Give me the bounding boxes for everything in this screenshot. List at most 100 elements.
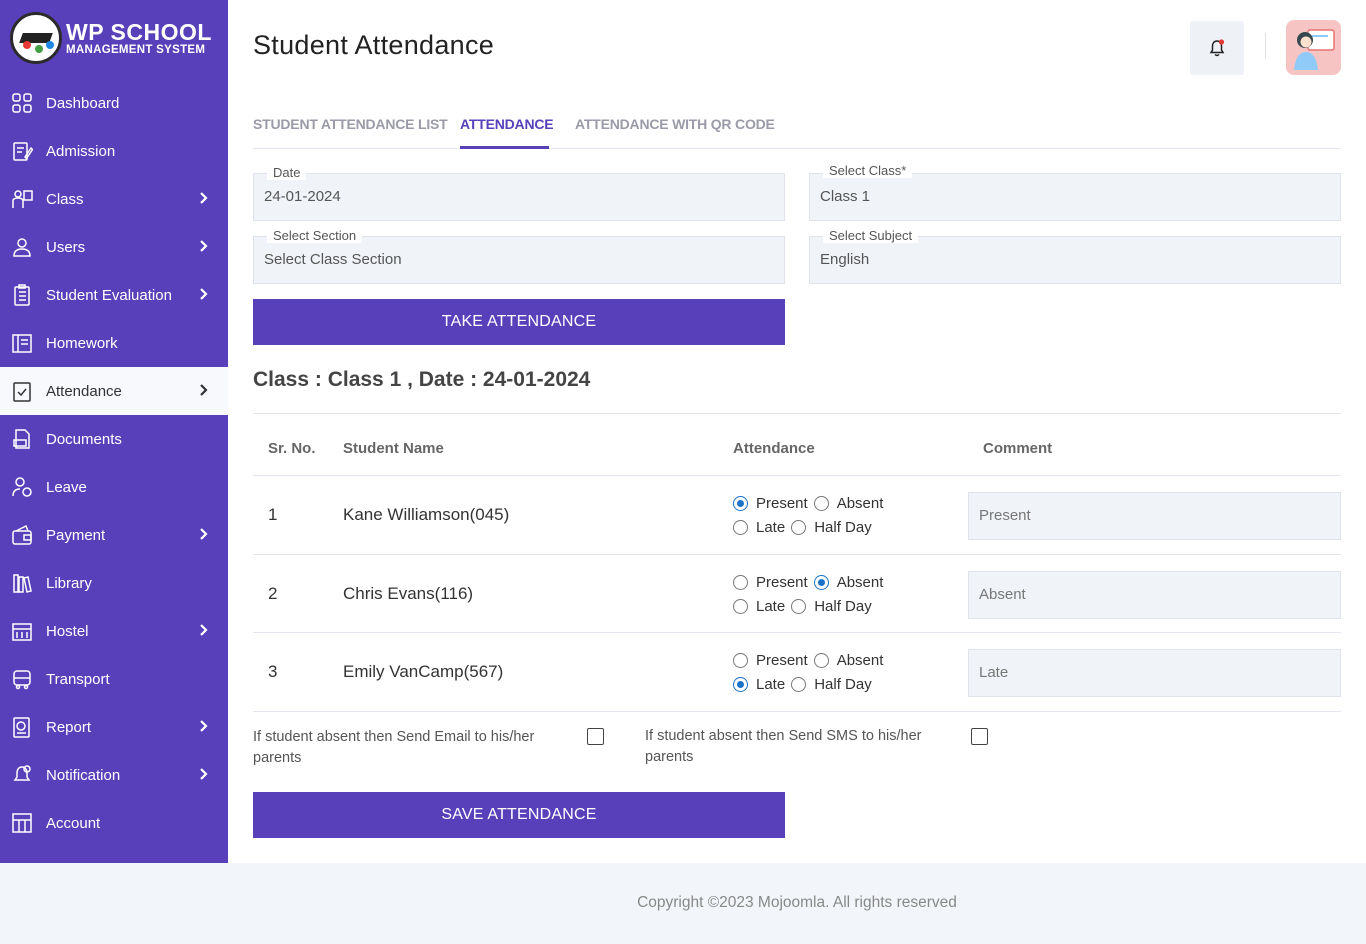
comment-value: Present (979, 506, 1031, 524)
sidebar-item-payment[interactable]: Payment (0, 511, 228, 559)
radio-label: Late (756, 597, 786, 615)
sidebar-item-users[interactable]: Users (0, 223, 228, 271)
header-sr-no: Sr. No. (268, 440, 316, 457)
active-tab-indicator (460, 146, 549, 149)
logo[interactable]: WP SCHOOL MANAGEMENT SYSTEM (10, 12, 212, 64)
radio-label: Half Day (814, 675, 872, 693)
radio-late[interactable] (733, 676, 748, 692)
date-field[interactable]: Date 24-01-2024 (253, 165, 785, 221)
comment-value: Late (979, 663, 1009, 681)
divider (253, 413, 1341, 414)
sidebar-item-label: Attendance (46, 382, 122, 400)
row-divider (253, 554, 1341, 555)
email-notify-line1: If student absent then Send Email to his… (253, 729, 535, 745)
notification-button[interactable] (1190, 21, 1244, 75)
radio-late[interactable] (733, 519, 748, 535)
sidebar-item-library[interactable]: Library (0, 559, 228, 607)
attendance-radio-group: Late Half Day (733, 598, 878, 615)
radio-present[interactable] (733, 652, 748, 668)
comment-input[interactable]: Absent (968, 570, 1341, 619)
sidebar-item-label: Leave (46, 478, 87, 496)
tab-attendance-qr-code[interactable]: ATTENDANCE WITH QR CODE (575, 116, 775, 132)
sidebar-item-student-evaluation[interactable]: Student Evaluation (0, 271, 228, 319)
subject-label: Select Subject (823, 228, 919, 243)
sidebar-item-label: Account (46, 814, 101, 832)
sidebar-item-dashboard[interactable]: Dashboard (0, 79, 228, 127)
radio-present[interactable] (733, 495, 748, 511)
section-value: Select Class Section (264, 251, 402, 268)
comment-input[interactable]: Late (968, 648, 1341, 697)
student-name-cell: Chris Evans(116) (343, 583, 474, 603)
radio-label: Present (756, 494, 808, 512)
logo-title: WP SCHOOL (66, 18, 212, 45)
sidebar-item-label: Class (46, 190, 84, 208)
radio-label: Present (756, 573, 808, 591)
sidebar-item-class[interactable]: Class (0, 175, 228, 223)
avatar[interactable] (1286, 20, 1341, 75)
sidebar-item-label: Payment (46, 526, 106, 544)
sidebar-item-leave[interactable]: Leave (0, 463, 228, 511)
take-attendance-button[interactable]: TAKE ATTENDANCE (253, 299, 785, 345)
chevron-right-icon (197, 719, 211, 733)
report-icon (11, 716, 33, 738)
radio-absent[interactable] (813, 574, 829, 590)
radio-half-day[interactable] (791, 676, 807, 692)
sms-notify-checkbox[interactable] (971, 728, 988, 745)
class-value: Class 1 (820, 188, 871, 205)
logo-subtitle: MANAGEMENT SYSTEM (66, 43, 206, 56)
sms-notify-line2: parents (645, 749, 694, 765)
class-select[interactable]: Select Class* Class 1 (809, 163, 1341, 221)
sidebar: WP SCHOOL MANAGEMENT SYSTEM Dashboard Adm… (0, 0, 228, 863)
sidebar-item-label: Report (46, 718, 92, 736)
sidebar-item-label: Hostel (46, 622, 89, 640)
attendance-icon (11, 380, 33, 402)
sidebar-item-notification[interactable]: Notification (0, 751, 228, 799)
attendance-radio-group: Present Absent (733, 652, 889, 669)
attendance-radio-group: Present Absent (733, 574, 889, 591)
sidebar-item-attendance[interactable]: Attendance (0, 367, 228, 415)
sr-no-cell: 3 (268, 661, 278, 681)
divider (253, 711, 1341, 712)
chevron-right-icon (197, 191, 211, 205)
sidebar-menu: Dashboard Admission Class Users Student Eval… (0, 79, 228, 847)
tab-student-attendance-list[interactable]: STUDENT ATTENDANCE LIST (253, 116, 448, 132)
class-icon (11, 188, 33, 210)
sidebar-item-transport[interactable]: Transport (0, 655, 228, 703)
sidebar-item-label: Admission (46, 142, 116, 160)
section-select[interactable]: Select Section Select Class Section (253, 228, 785, 284)
subject-select[interactable]: Select Subject English (809, 228, 1341, 284)
radio-absent[interactable] (813, 652, 829, 668)
section-label: Select Section (267, 228, 363, 243)
sidebar-item-admission[interactable]: Admission (0, 127, 228, 175)
sidebar-item-label: Library (46, 574, 92, 592)
transport-icon (11, 668, 33, 690)
radio-half-day[interactable] (791, 598, 807, 614)
sidebar-item-hostel[interactable]: Hostel (0, 607, 228, 655)
chevron-right-icon (197, 287, 211, 301)
tab-attendance[interactable]: ATTENDANCE (460, 116, 554, 132)
sidebar-item-documents[interactable]: Documents (0, 415, 228, 463)
class-date-heading: Class : Class 1 , Date : 24-01-2024 (253, 368, 591, 391)
sidebar-item-label: Homework (46, 334, 118, 352)
radio-late[interactable] (733, 598, 748, 614)
header-student-name: Student Name (343, 440, 444, 457)
sidebar-item-label: Student Evaluation (46, 286, 172, 304)
radio-absent[interactable] (813, 495, 829, 511)
radio-present[interactable] (733, 574, 748, 590)
sidebar-item-report[interactable]: Report (0, 703, 228, 751)
logo-emblem-icon (10, 12, 62, 64)
save-attendance-button[interactable]: SAVE ATTENDANCE (253, 792, 785, 838)
user-icon (11, 236, 33, 258)
date-label: Date (267, 165, 307, 180)
sidebar-item-homework[interactable]: Homework (0, 319, 228, 367)
sms-notify-line1: If student absent then Send SMS to his/h… (645, 728, 922, 744)
subject-value: English (820, 251, 870, 268)
leave-icon (11, 476, 33, 498)
comment-input[interactable]: Present (968, 491, 1341, 540)
sidebar-item-account[interactable]: Account (0, 799, 228, 847)
chevron-right-icon (197, 383, 211, 397)
email-notify-checkbox[interactable] (587, 728, 604, 745)
header-divider (1265, 33, 1266, 59)
radio-half-day[interactable] (791, 519, 807, 535)
class-label: Select Class* (823, 163, 913, 178)
